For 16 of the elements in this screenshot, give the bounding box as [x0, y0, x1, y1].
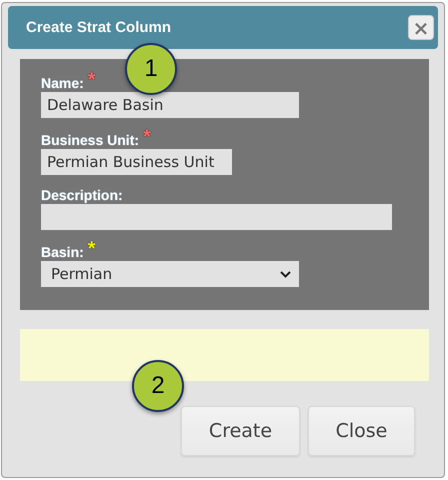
field-label: Description:: [41, 187, 123, 203]
input-field[interactable]: [41, 204, 392, 230]
select-field[interactable]: Permian: [41, 261, 299, 287]
input-field[interactable]: Delaware Basin: [41, 92, 299, 118]
input-field[interactable]: Permian Business Unit: [41, 149, 232, 175]
chevron-icon: [280, 270, 291, 278]
required-mark: *: [143, 128, 151, 146]
field-label: Business Unit:: [41, 132, 140, 148]
window-title: Create Strat Column: [26, 19, 172, 36]
close-button[interactable]: ×: [408, 15, 434, 40]
close-dialog-button[interactable]: Close: [308, 406, 415, 456]
required-mark: *: [88, 240, 96, 258]
create-button[interactable]: Create: [181, 406, 300, 456]
field-label: Name:: [41, 75, 84, 91]
required-mark: *: [88, 71, 96, 89]
field-label: Basin:: [41, 244, 84, 260]
